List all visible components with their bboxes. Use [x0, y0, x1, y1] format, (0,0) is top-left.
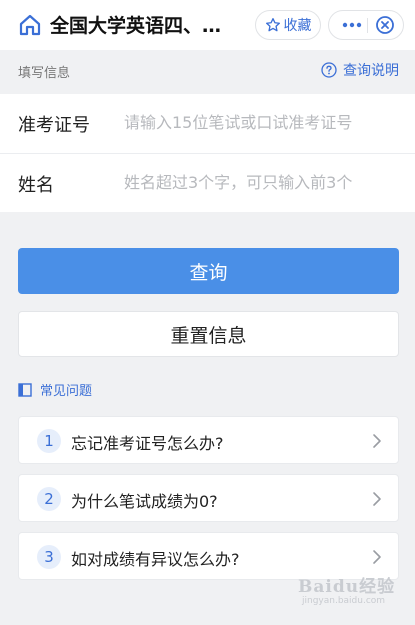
star-icon [265, 18, 280, 32]
name-label: 姓名 [18, 175, 54, 196]
faq-header: 常见问题 [18, 380, 92, 399]
watermark-brand: Baidu经验 [298, 577, 396, 597]
help-link[interactable]: 查询说明 [321, 60, 399, 80]
page-title: 全国大学英语四、… [50, 15, 222, 37]
faq-title: 常见问题 [40, 384, 93, 399]
chevron-right-icon [373, 492, 381, 506]
faq-number: 1 [37, 429, 61, 453]
book-icon [18, 382, 32, 397]
faq-question: 忘记准考证号怎么办? [71, 434, 224, 453]
home-icon[interactable] [18, 13, 42, 37]
query-button[interactable]: 查询 [18, 248, 399, 294]
faq-number: 2 [37, 487, 61, 511]
favorite-button[interactable]: 收藏 [255, 10, 321, 40]
capsule-divider [367, 18, 368, 33]
faq-item[interactable]: 1 忘记准考证号怎么办? [18, 416, 399, 464]
question-circle-icon [321, 62, 337, 78]
ticket-number-row: 准考证号 [0, 94, 415, 152]
chevron-right-icon [373, 550, 381, 564]
ticket-number-label: 准考证号 [18, 115, 90, 136]
capsule-menu [328, 10, 404, 40]
name-input[interactable] [118, 166, 410, 198]
faq-number: 3 [37, 545, 61, 569]
faq-item[interactable]: 2 为什么笔试成绩为0? [18, 474, 399, 522]
form-section-header: 填写信息 查询说明 [0, 50, 415, 92]
section-label: 填写信息 [18, 66, 71, 81]
faq-question: 如对成绩有异议怎么办? [71, 550, 240, 569]
ticket-number-input[interactable] [118, 106, 410, 138]
reset-button[interactable]: 重置信息 [18, 311, 399, 357]
form-card: 准考证号 姓名 [0, 94, 415, 212]
favorite-label: 收藏 [283, 18, 312, 34]
watermark-url: jingyan.baidu.com [302, 596, 386, 606]
help-link-label: 查询说明 [343, 63, 399, 79]
top-bar: 全国大学英语四、… 收藏 [0, 0, 415, 50]
watermark: Baidu经验 jingyan.baidu.com [298, 572, 406, 612]
name-row: 姓名 [0, 154, 415, 212]
close-circle-icon[interactable] [375, 15, 395, 35]
more-dots-icon[interactable] [341, 17, 363, 33]
chevron-right-icon [373, 434, 381, 448]
faq-question: 为什么笔试成绩为0? [71, 492, 218, 511]
